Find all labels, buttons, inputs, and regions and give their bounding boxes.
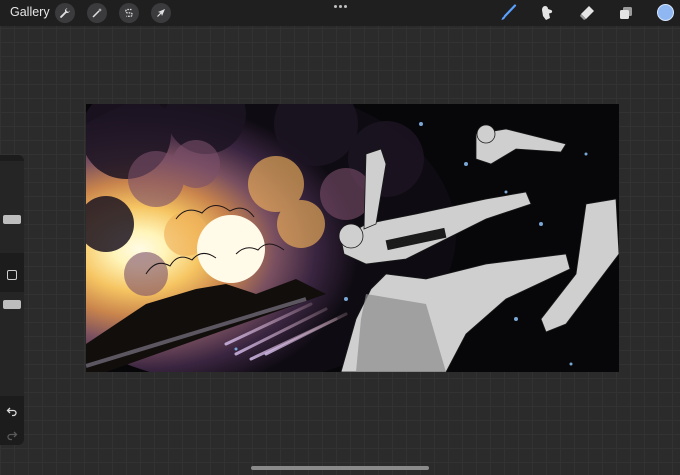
selection-s-icon [125, 8, 133, 17]
actions-button[interactable] [55, 3, 75, 23]
top-toolbar: Gallery [0, 0, 680, 26]
arrow-cursor-icon [157, 9, 165, 17]
undo-icon [6, 407, 17, 417]
gallery-button[interactable]: Gallery [10, 5, 50, 19]
transform-button[interactable] [151, 3, 171, 23]
artwork-canvas[interactable] [86, 104, 619, 372]
layers-icon [620, 7, 632, 19]
redo-button[interactable] [4, 427, 20, 443]
adjustments-button[interactable] [87, 3, 107, 23]
opacity-thumb[interactable] [3, 300, 21, 309]
magic-wand-icon [92, 8, 102, 18]
more-dots-icon[interactable] [333, 2, 347, 10]
redo-icon [7, 431, 18, 441]
layers-tool[interactable] [615, 3, 637, 23]
smudge-finger-icon [542, 6, 553, 20]
brush-size-thumb[interactable] [3, 215, 21, 224]
selection-button[interactable] [119, 3, 139, 23]
smudge-tool[interactable] [536, 3, 558, 23]
brush-size-slider[interactable] [0, 161, 24, 253]
left-sidebar [0, 155, 24, 445]
eraser-tool[interactable] [576, 3, 598, 23]
color-picker-button[interactable] [657, 4, 674, 21]
eraser-icon [580, 6, 594, 20]
artwork-illustration [86, 104, 619, 372]
home-indicator[interactable] [251, 466, 429, 470]
brush-tool[interactable] [497, 3, 519, 23]
brush-icon [501, 4, 517, 20]
opacity-slider[interactable] [0, 292, 24, 396]
square-icon[interactable] [7, 270, 17, 280]
undo-button[interactable] [4, 403, 20, 419]
wrench-icon [60, 8, 70, 18]
